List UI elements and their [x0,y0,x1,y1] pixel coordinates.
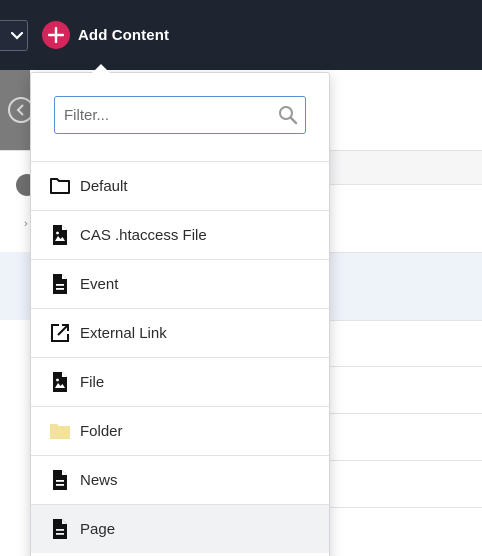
add-content-button[interactable]: Add Content [42,21,169,49]
menu-item-label: CAS .htaccess File [80,226,207,244]
menu-item-page[interactable]: Page [31,504,329,553]
menu-item-news[interactable]: News [31,455,329,504]
menu-item-label: Event [80,275,119,293]
menu-item-file[interactable]: File [31,357,329,406]
background-table-header [330,150,482,184]
filter-field [54,96,306,134]
chevron-down-icon [11,31,23,40]
menu-item-label: File [80,373,105,391]
dropdown-caret [92,64,110,73]
folder-outline-icon [49,175,71,197]
chevron-right-icon: › [24,218,28,230]
background-selected-row [330,252,482,320]
app-window: Add Content › Filter... Default CAS .hta… [0,0,482,556]
background-selected-row [0,252,30,320]
divider [330,460,482,461]
divider [330,320,482,321]
content-type-list: Default CAS .htaccess File Event Externa… [31,161,329,553]
menu-item-external-link[interactable]: External Link [31,308,329,357]
external-link-icon [49,322,71,344]
document-icon [49,469,71,491]
menu-item-label: Page [80,520,116,538]
filter-input[interactable] [54,96,306,134]
divider [330,150,482,151]
add-content-label: Add Content [78,26,170,44]
document-icon [49,273,71,295]
menu-item-label: Folder [80,422,123,440]
divider [330,413,482,414]
file-image-icon [49,371,71,393]
menu-item-label: External Link [80,324,167,342]
divider [330,507,482,508]
file-image-icon [49,224,71,246]
divider [330,184,482,185]
menu-item-cas-htaccess-file[interactable]: CAS .htaccess File [31,210,329,259]
site-selector[interactable] [0,20,28,51]
add-content-dropdown: Default CAS .htaccess File [30,64,330,556]
divider [330,366,482,367]
menu-item-label: News [80,471,118,489]
divider [330,252,482,253]
menu-item-event[interactable]: Event [31,259,329,308]
folder-filled-icon [49,420,71,442]
search-icon[interactable] [278,105,298,125]
top-navbar: Add Content [0,0,482,70]
menu-item-folder[interactable]: Folder [31,406,329,455]
divider [0,150,30,151]
plus-icon [42,21,70,49]
document-icon [49,518,71,540]
menu-item-default[interactable]: Default [31,161,329,210]
menu-item-label: Default [80,177,128,195]
